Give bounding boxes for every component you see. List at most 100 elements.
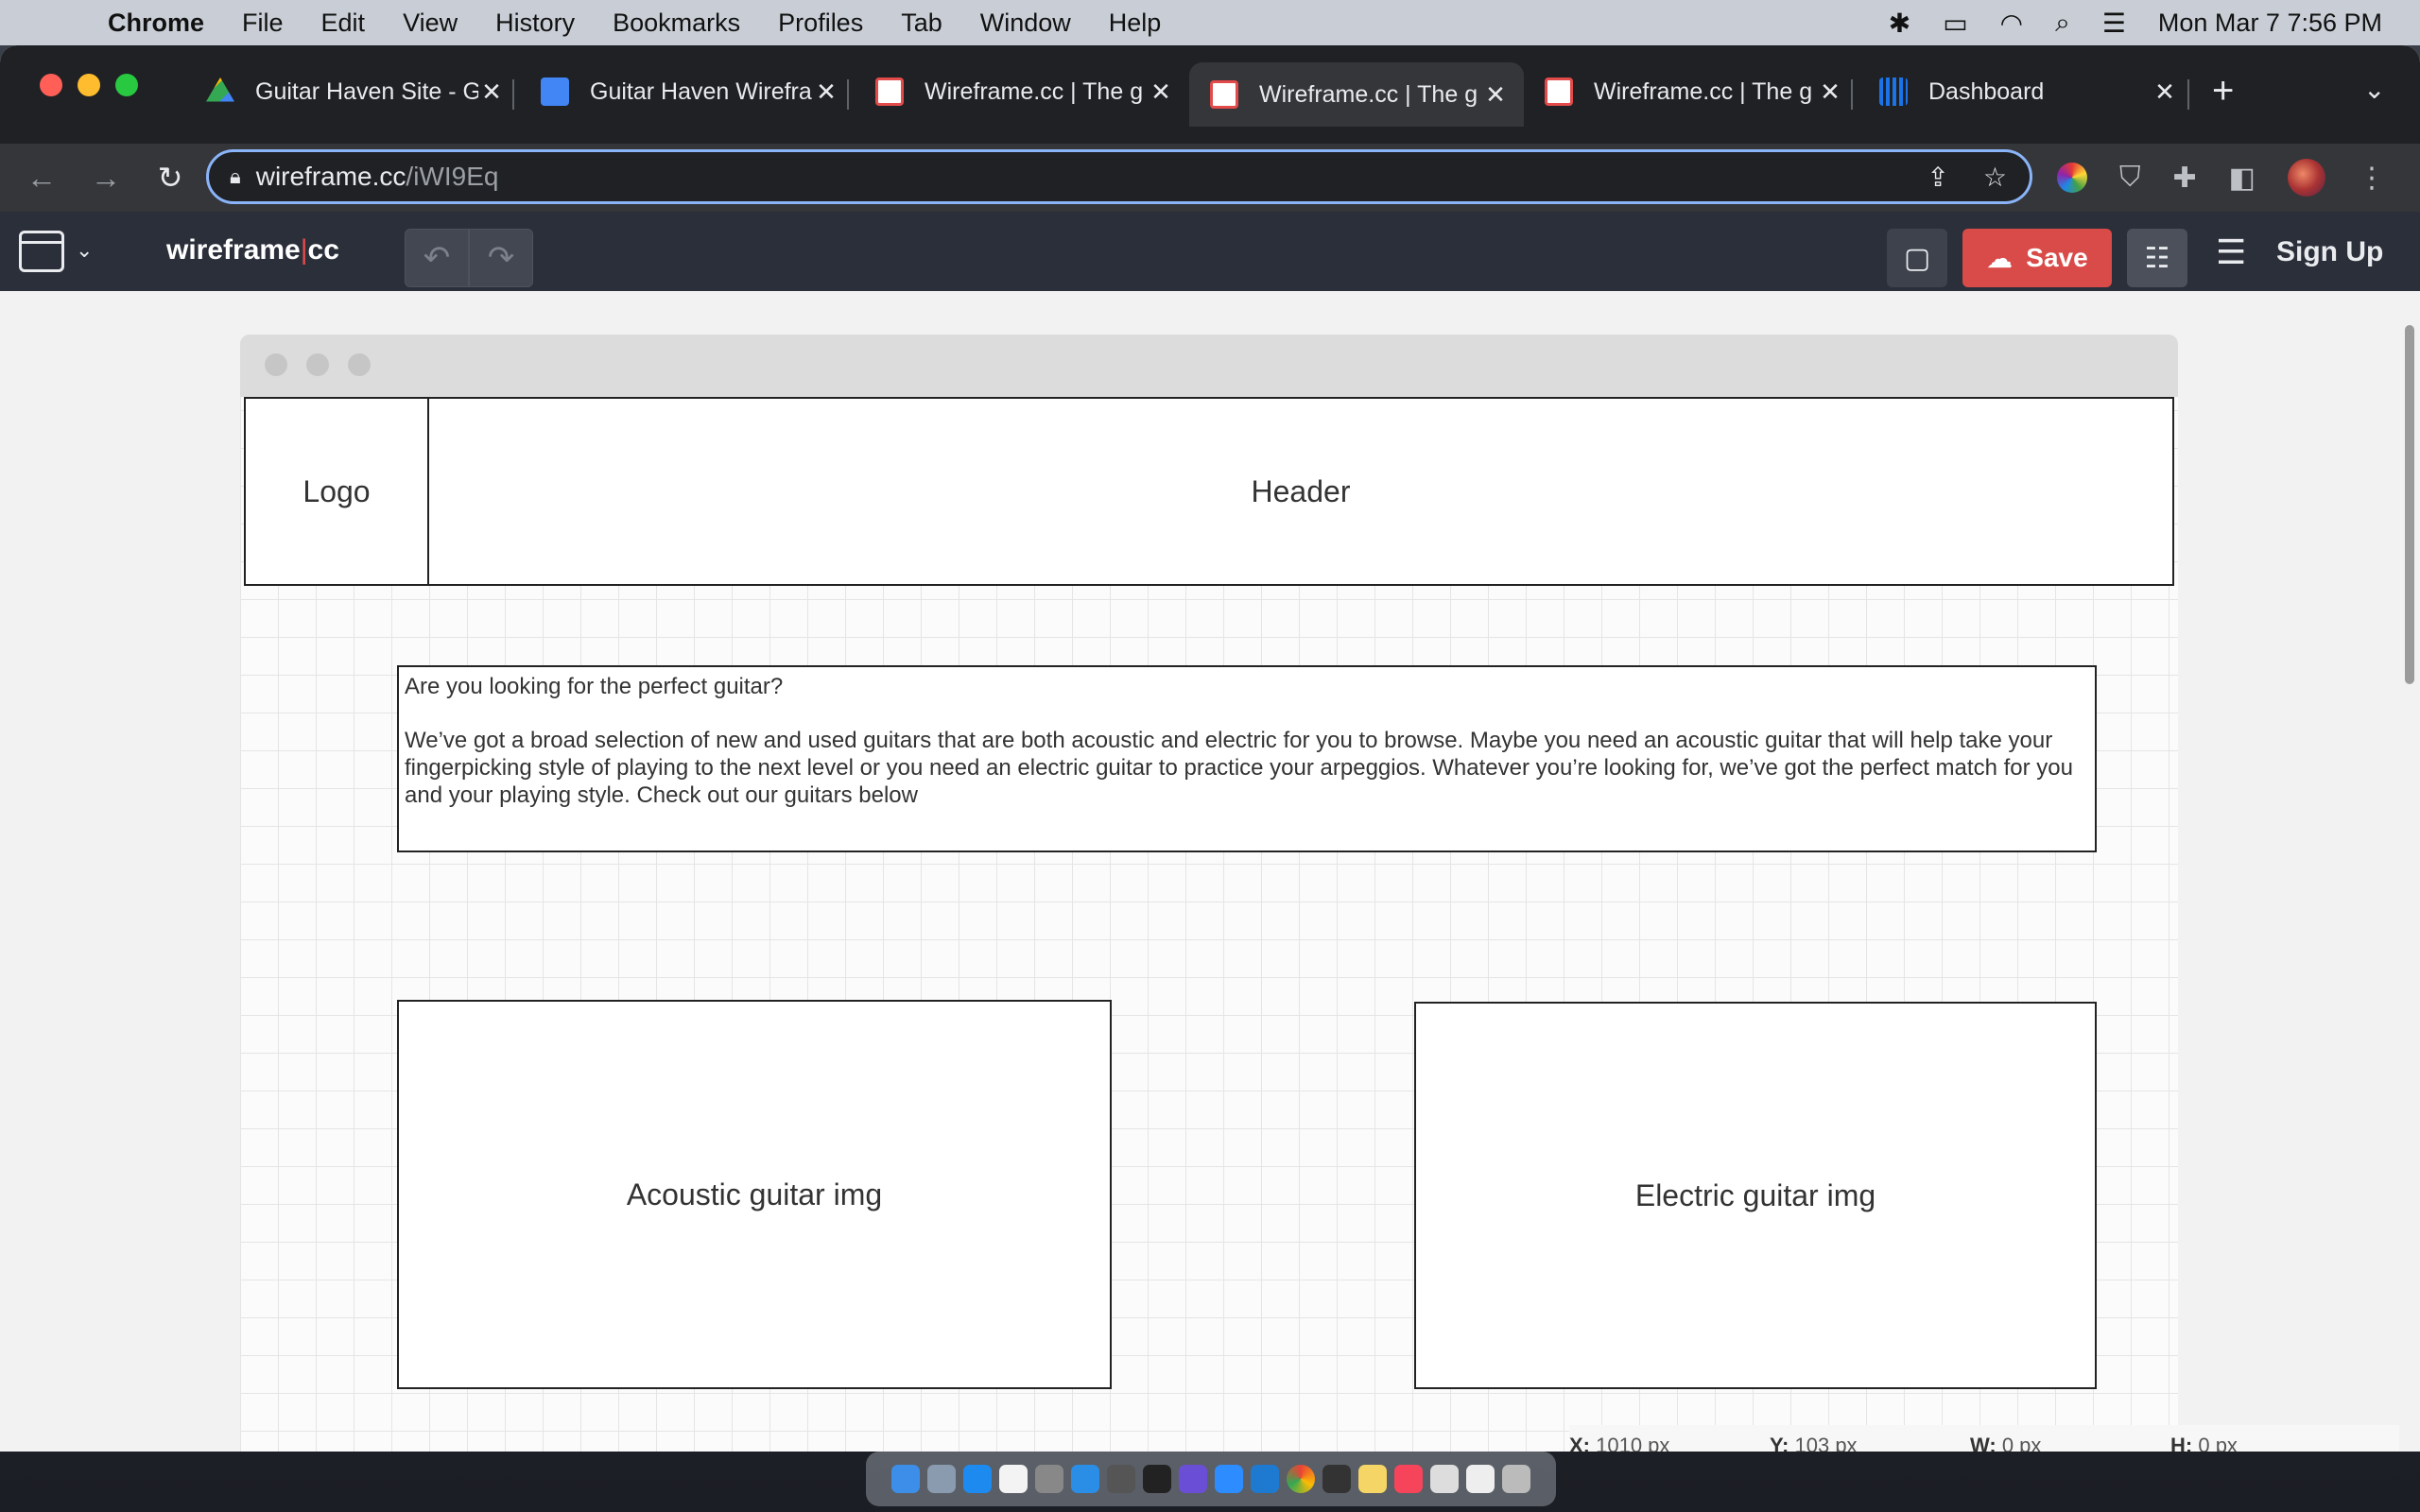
tab-search-chevron-icon[interactable]: ⌄ (2363, 74, 2385, 105)
canvas-scrollbar[interactable] (2399, 291, 2420, 1452)
wireframe-icon (1545, 77, 1573, 106)
music-icon[interactable] (1394, 1465, 1423, 1493)
wireframe-canvas[interactable]: Logo Header Are you looking for the perf… (240, 335, 2178, 1452)
close-tab-icon[interactable]: ✕ (813, 77, 839, 107)
y-label: Y: (1770, 1434, 1789, 1452)
launchpad-icon[interactable] (927, 1465, 956, 1493)
coordinates-readout: X: 1010 px Y: 103 px W: 0 px H: 0 px (1569, 1425, 2401, 1452)
wf-acoustic-image-box[interactable]: Acoustic guitar img (397, 1000, 1112, 1389)
new-tab-icon[interactable]: + (2212, 70, 2234, 112)
redo-icon[interactable]: ↷ (469, 229, 533, 287)
save-label: Save (2026, 243, 2088, 272)
back-icon[interactable]: ← (23, 161, 60, 196)
zoom-window-icon[interactable] (115, 74, 138, 96)
documents-icon[interactable] (1466, 1465, 1495, 1493)
share-icon[interactable]: ⇪ (1927, 162, 1948, 193)
finder-icon[interactable] (891, 1465, 920, 1493)
tab-strip: Guitar Haven Site - G ✕ Guitar Haven Wir… (0, 45, 2420, 144)
trash-icon[interactable] (1502, 1465, 1530, 1493)
side-panel-icon[interactable]: ◧ (2229, 162, 2256, 195)
wireframe-logo[interactable]: wireframe|cc (166, 234, 339, 266)
save-button[interactable]: ☁ Save (1962, 229, 2112, 287)
wf-logo-box[interactable]: Logo (244, 397, 429, 586)
menu-profiles[interactable]: Profiles (778, 9, 863, 38)
close-tab-icon[interactable]: ✕ (1817, 77, 1843, 107)
calculator-icon[interactable] (1107, 1465, 1135, 1493)
menu-hamburger-icon[interactable]: ☰ (2216, 232, 2246, 272)
address-bar[interactable]: 🔒︎ wireframe.cc /iWI9Eq ⇪ ☆ (206, 149, 2032, 204)
wf-intro-text-box[interactable]: Are you looking for the perfect guitar? … (397, 665, 2097, 852)
extensions-puzzle-icon[interactable]: ✚ (2173, 162, 2197, 195)
tab-divider (2187, 79, 2189, 110)
menu-help[interactable]: Help (1109, 9, 1162, 38)
undo-icon[interactable]: ↶ (405, 229, 469, 287)
tab-dashboard[interactable]: Dashboard ✕ (1858, 62, 2193, 121)
x-readout: X: 1010 px (1569, 1434, 1770, 1452)
zoom-icon[interactable] (1215, 1465, 1243, 1493)
tab-guitar-haven-wireframe-doc[interactable]: Guitar Haven Wirefra ✕ (520, 62, 855, 121)
script-editor-icon[interactable] (1430, 1465, 1459, 1493)
menu-tab[interactable]: Tab (901, 9, 942, 38)
tab-wireframe-cc-1[interactable]: Wireframe.cc | The g ✕ (855, 62, 1189, 121)
bluetooth-icon[interactable]: ✱ (1889, 8, 1910, 39)
menu-app-chrome[interactable]: Chrome (108, 9, 204, 38)
lock-icon[interactable]: 🔒︎ (230, 164, 241, 189)
close-tab-icon[interactable]: ✕ (478, 77, 505, 107)
forward-icon[interactable]: → (87, 161, 125, 196)
unity-icon[interactable] (1322, 1465, 1351, 1493)
wf-logo-label: Logo (302, 473, 371, 508)
settings-button[interactable]: ☷ (2127, 229, 2187, 287)
canvas-dot (265, 353, 287, 376)
tab-guitar-haven-site[interactable]: Guitar Haven Site - G ✕ (185, 62, 520, 121)
macos-menu-bar: Chrome File Edit View History Bookmarks … (0, 0, 2420, 45)
chevron-down-icon[interactable]: ⌄ (76, 238, 93, 263)
menu-view[interactable]: View (403, 9, 458, 38)
close-tab-icon[interactable]: ✕ (1482, 80, 1509, 110)
canvas-area: Logo Header Are you looking for the perf… (0, 291, 2420, 1452)
menu-clock[interactable]: Mon Mar 7 7:56 PM (2158, 9, 2382, 38)
wf-electric-image-box[interactable]: Electric guitar img (1414, 1002, 2097, 1389)
sign-up-link[interactable]: Sign Up (2276, 236, 2383, 268)
menu-window[interactable]: Window (980, 9, 1071, 38)
calendar-icon[interactable] (999, 1465, 1028, 1493)
menu-bookmarks[interactable]: Bookmarks (613, 9, 740, 38)
minimize-window-icon[interactable] (78, 74, 100, 96)
close-tab-icon[interactable]: ✕ (1148, 77, 1174, 107)
battery-icon[interactable]: ▭ (1943, 8, 1967, 39)
imovie-icon[interactable] (1179, 1465, 1207, 1493)
close-window-icon[interactable] (40, 74, 62, 96)
vscode-icon[interactable] (1251, 1465, 1279, 1493)
tab-wireframe-cc-active[interactable]: Wireframe.cc | The g ✕ (1189, 62, 1524, 127)
wifi-icon[interactable]: ◠ (2000, 8, 2023, 39)
menu-file[interactable]: File (242, 9, 284, 38)
color-extension-icon[interactable] (2057, 163, 2087, 193)
terminal-icon[interactable] (1143, 1465, 1171, 1493)
chrome-icon[interactable] (1287, 1465, 1315, 1493)
x-label: X: (1569, 1434, 1590, 1452)
reload-icon[interactable]: ↻ (151, 160, 189, 196)
y-value: 103 px (1794, 1434, 1858, 1452)
app-store-icon[interactable] (963, 1465, 992, 1493)
shield-extension-icon[interactable]: ⛉ (2119, 162, 2141, 194)
wf-header-box[interactable]: Header (427, 397, 2174, 586)
scrollbar-thumb[interactable] (2405, 325, 2414, 684)
chrome-menu-icon[interactable]: ⋮ (2358, 162, 2386, 195)
bookmark-star-icon[interactable]: ☆ (1983, 162, 2007, 193)
menu-history[interactable]: History (495, 9, 575, 38)
xcode-icon[interactable] (1071, 1465, 1099, 1493)
control-center-icon[interactable]: ☰ (2102, 8, 2126, 39)
spotlight-search-icon[interactable]: ⌕ (2055, 8, 2070, 39)
wf-intro-heading: Are you looking for the perfect guitar? (405, 674, 784, 699)
frame-type-icon[interactable] (19, 231, 64, 272)
comment-button[interactable]: ▢ (1887, 229, 1947, 287)
wf-acoustic-label: Acoustic guitar img (626, 1177, 883, 1211)
tab-title: Wireframe.cc | The g (1594, 77, 1813, 105)
system-preferences-icon[interactable] (1035, 1465, 1063, 1493)
profile-avatar[interactable] (2288, 159, 2325, 197)
tab-wireframe-cc-3[interactable]: Wireframe.cc | The g ✕ (1524, 62, 1858, 121)
notes-icon[interactable] (1358, 1465, 1387, 1493)
h-value: 0 px (2198, 1434, 2238, 1452)
url-host: wireframe.cc (255, 162, 406, 191)
menu-edit[interactable]: Edit (321, 9, 366, 38)
close-tab-icon[interactable]: ✕ (2152, 77, 2178, 107)
